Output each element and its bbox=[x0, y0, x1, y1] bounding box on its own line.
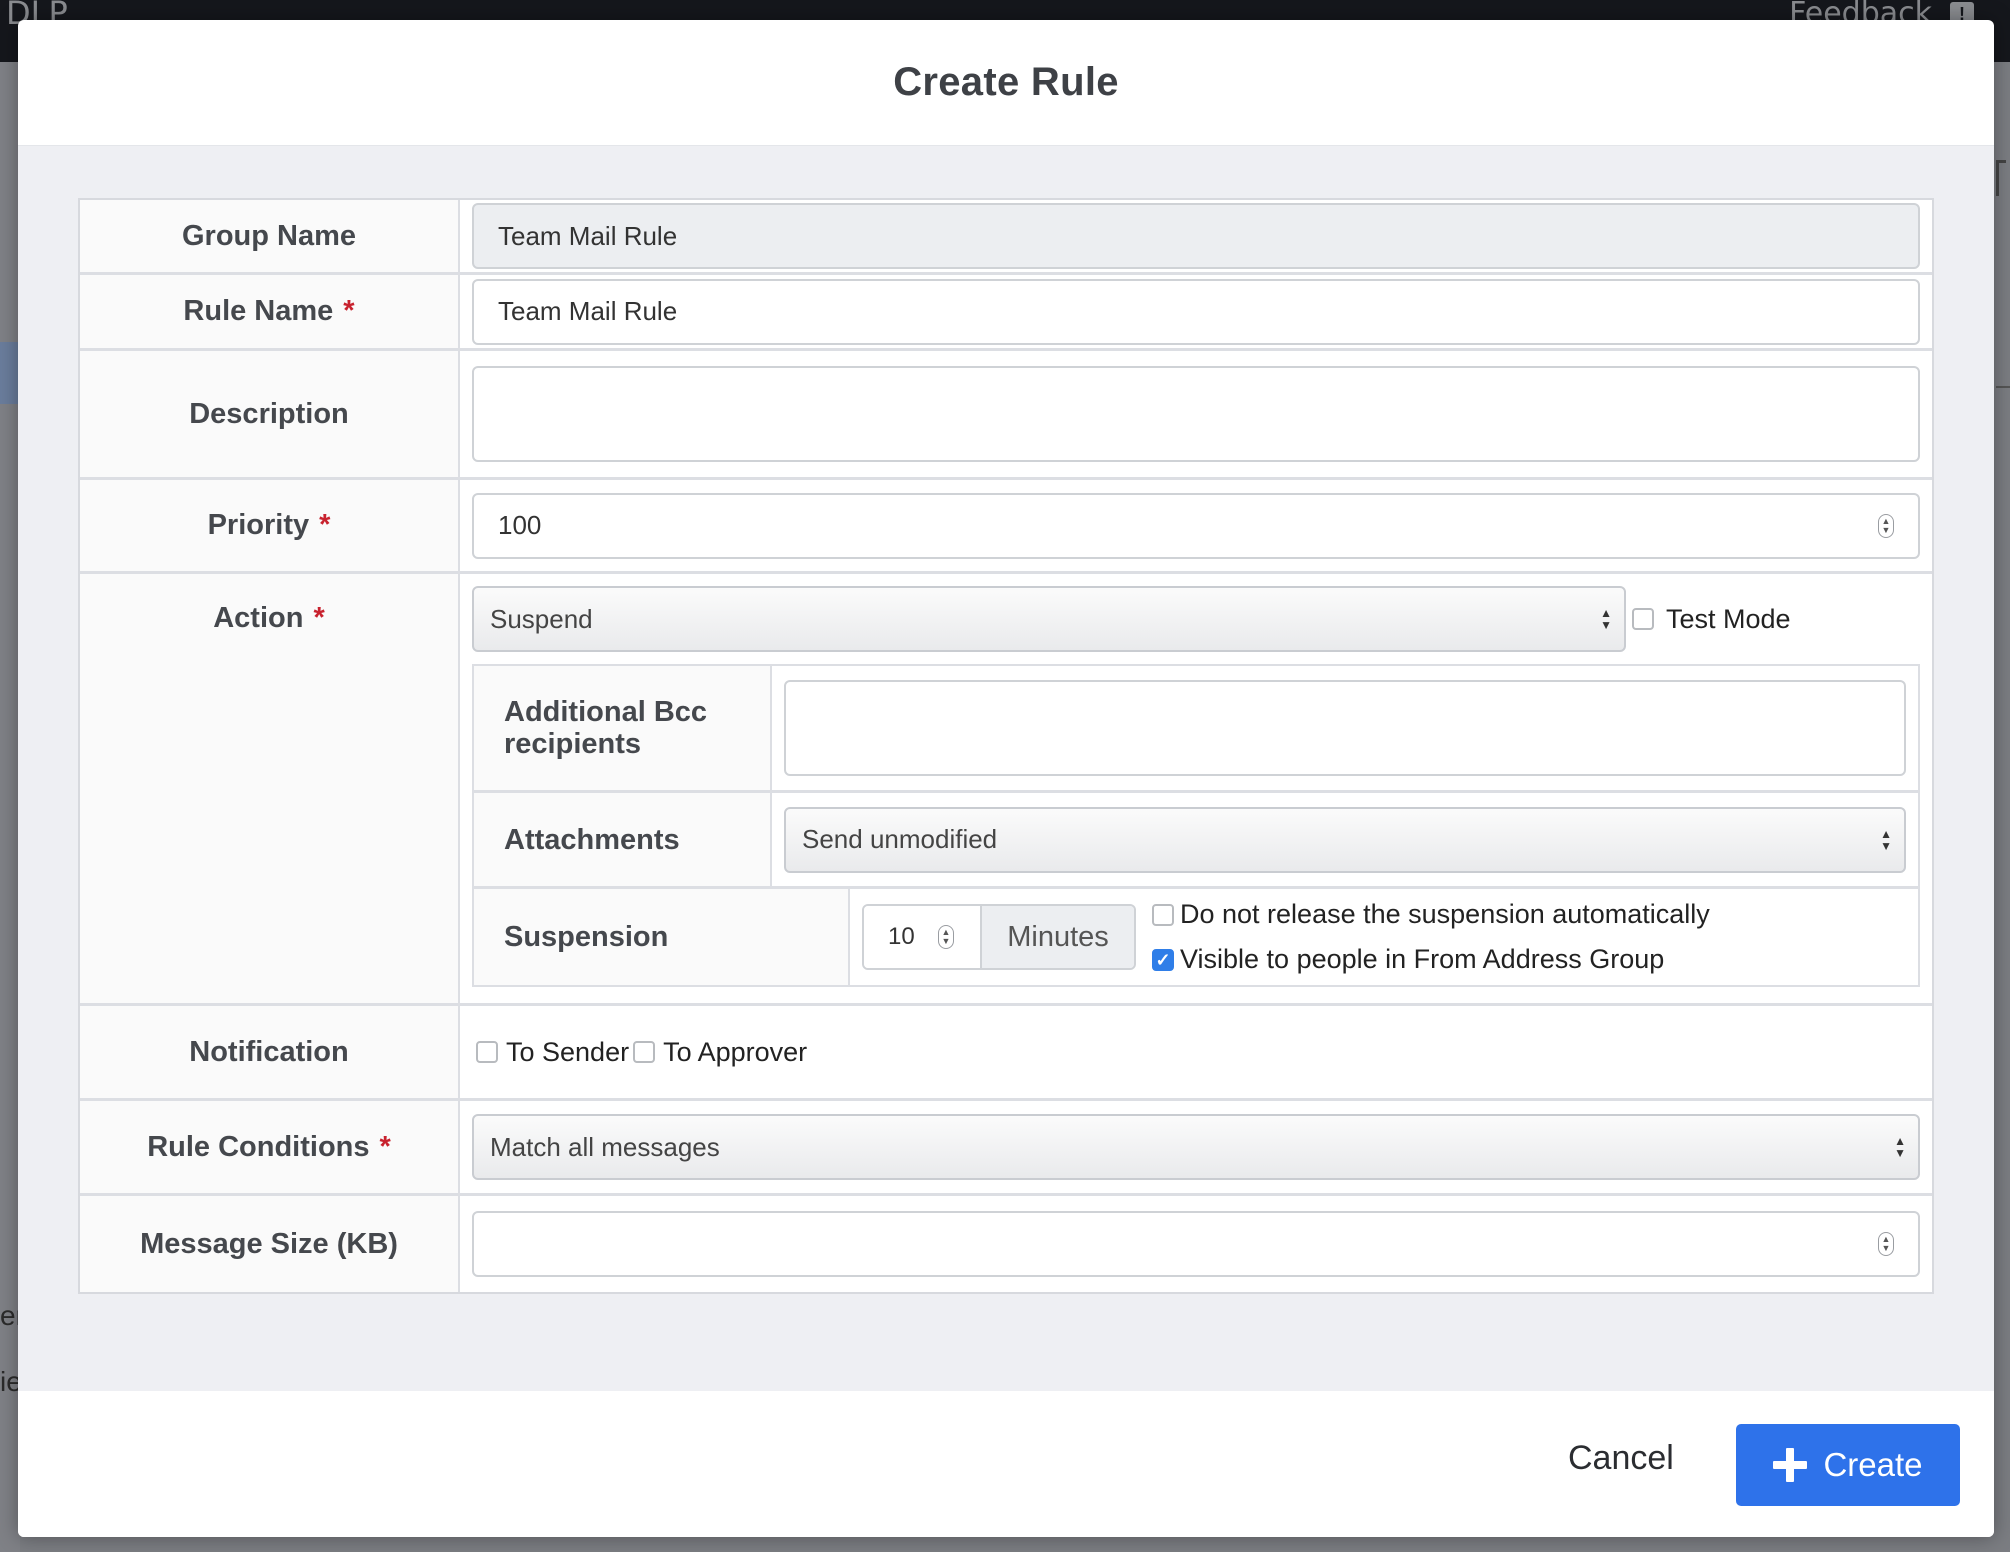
priority-value: 100 bbox=[498, 510, 542, 540]
notification-row: Notification To Sender To Approver bbox=[80, 1006, 1932, 1101]
message-size-label: Message Size (KB) bbox=[80, 1196, 460, 1292]
no-auto-release-checkbox[interactable] bbox=[1152, 903, 1174, 926]
select-arrows-icon: ▲ ▼ bbox=[1600, 606, 1612, 632]
dialog-title: Create Rule bbox=[893, 60, 1119, 104]
required-mark: * bbox=[313, 602, 325, 634]
priority-row: Priority * 100 ▲ ▼ bbox=[80, 480, 1932, 574]
rule-conditions-label: Rule Conditions * bbox=[80, 1101, 460, 1193]
rule-name-input[interactable]: Team Mail Rule bbox=[472, 278, 1920, 345]
dialog-footer: Cancel Create bbox=[18, 1391, 1994, 1537]
number-spinner-icon[interactable]: ▲ ▼ bbox=[1878, 1232, 1894, 1256]
action-label: Action * bbox=[80, 574, 460, 1003]
background-export-icon bbox=[1996, 160, 2006, 196]
plus-icon bbox=[1773, 1448, 1808, 1482]
rule-form: Group Name Team Mail Rule Rule Name * Tea… bbox=[78, 198, 1934, 1294]
attachments-label: Attachments bbox=[474, 793, 772, 886]
priority-input[interactable]: 100 ▲ ▼ bbox=[472, 492, 1920, 559]
create-rule-dialog: Create Rule Group Name Team Mail Rule Ru… bbox=[18, 20, 1994, 1537]
bcc-row: Additional Bcc recipients bbox=[474, 666, 1918, 793]
message-size-row: Message Size (KB) ▲ ▼ bbox=[80, 1196, 1932, 1292]
select-arrows-icon: ▲ ▼ bbox=[1894, 1134, 1906, 1160]
to-approver-label: To Approver bbox=[663, 1036, 808, 1067]
bcc-label: Additional Bcc recipients bbox=[474, 666, 772, 790]
create-button[interactable]: Create bbox=[1736, 1424, 1960, 1506]
bcc-recipients-textarea[interactable] bbox=[784, 680, 1906, 776]
action-select[interactable]: Suspend ▲ ▼ bbox=[472, 586, 1626, 652]
to-approver-checkbox[interactable] bbox=[633, 1041, 656, 1063]
visible-to-from-group-option[interactable]: ✓ Visible to people in From Address Grou… bbox=[1152, 944, 1710, 975]
required-mark: * bbox=[343, 295, 355, 327]
rule-conditions-select[interactable]: Match all messages ▲ ▼ bbox=[472, 1114, 1920, 1180]
to-sender-checkbox[interactable] bbox=[476, 1041, 498, 1063]
attachments-row: Attachments Send unmodified ▲ ▼ bbox=[474, 793, 1918, 889]
description-row: Description bbox=[80, 351, 1932, 480]
visible-to-from-group-checkbox[interactable]: ✓ bbox=[1152, 948, 1174, 971]
create-button-label: Create bbox=[1823, 1446, 1923, 1483]
background-divider bbox=[1996, 386, 2010, 388]
visible-to-from-group-label: Visible to people in From Address Group bbox=[1180, 944, 1665, 974]
cancel-button[interactable]: Cancel bbox=[1568, 1439, 1674, 1478]
action-row: Action * Suspend ▲ ▼ Test Mode Additiona… bbox=[80, 574, 1932, 1006]
to-sender-option[interactable]: To Sender bbox=[476, 1037, 629, 1068]
notification-label: Notification bbox=[80, 1006, 460, 1098]
number-spinner-icon[interactable]: ▲ ▼ bbox=[938, 925, 954, 949]
message-size-input[interactable]: ▲ ▼ bbox=[472, 1211, 1920, 1277]
select-arrows-icon: ▲ ▼ bbox=[1880, 826, 1892, 853]
suspension-row: Suspension 10 ▲ ▼ Minutes Do not release… bbox=[474, 889, 1918, 985]
action-options-table: Additional Bcc recipients Attachments Se… bbox=[472, 664, 1920, 987]
group-name-row: Group Name Team Mail Rule bbox=[80, 200, 1932, 275]
test-mode-option[interactable]: Test Mode bbox=[1632, 604, 1791, 635]
priority-label: Priority * bbox=[80, 480, 460, 571]
test-mode-label: Test Mode bbox=[1666, 603, 1791, 634]
suspension-minutes-input[interactable]: 10 ▲ ▼ bbox=[864, 906, 982, 968]
rule-conditions-row: Rule Conditions * Match all messages ▲ ▼ bbox=[80, 1101, 1932, 1196]
required-mark: * bbox=[319, 509, 331, 541]
description-textarea[interactable] bbox=[472, 366, 1920, 462]
test-mode-checkbox[interactable] bbox=[1632, 608, 1654, 630]
no-auto-release-option[interactable]: Do not release the suspension automatica… bbox=[1152, 899, 1710, 930]
background-sidebar-active-item bbox=[0, 342, 20, 404]
group-name-field: Team Mail Rule bbox=[472, 203, 1920, 269]
description-label: Description bbox=[80, 351, 460, 477]
no-auto-release-label: Do not release the suspension automatica… bbox=[1180, 899, 1710, 929]
required-mark: * bbox=[379, 1130, 391, 1163]
attachments-select[interactable]: Send unmodified ▲ ▼ bbox=[784, 806, 1906, 873]
dialog-header: Create Rule bbox=[18, 20, 1994, 146]
number-spinner-icon[interactable]: ▲ ▼ bbox=[1878, 513, 1894, 538]
rule-name-label: Rule Name * bbox=[80, 275, 460, 348]
dialog-body: Group Name Team Mail Rule Rule Name * Tea… bbox=[18, 146, 1994, 1391]
group-name-label: Group Name bbox=[80, 200, 460, 272]
minutes-unit-addon: Minutes bbox=[982, 906, 1134, 968]
to-sender-label: To Sender bbox=[506, 1036, 630, 1067]
suspension-label: Suspension bbox=[474, 889, 850, 985]
to-approver-option[interactable]: To Approver bbox=[633, 1037, 807, 1068]
rule-name-row: Rule Name * Team Mail Rule bbox=[80, 275, 1932, 351]
suspension-duration-group: 10 ▲ ▼ Minutes bbox=[862, 904, 1136, 970]
